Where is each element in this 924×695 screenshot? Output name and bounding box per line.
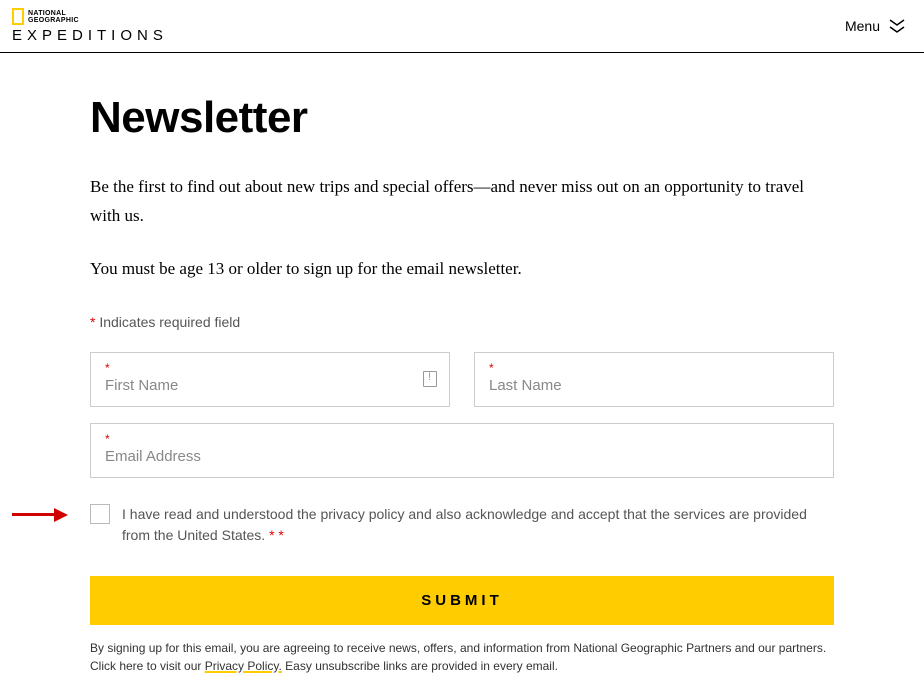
consent-text: I have read and understood the privacy p…	[122, 504, 834, 546]
brand-line2: GEOGRAPHIC	[28, 17, 79, 24]
email-field[interactable]: * Email Address	[90, 423, 834, 478]
menu-button[interactable]: Menu	[845, 17, 906, 35]
consent-row: I have read and understood the privacy p…	[90, 504, 834, 546]
email-placeholder: Email Address	[105, 448, 819, 465]
contact-card-icon	[423, 371, 437, 387]
last-name-placeholder: Last Name	[489, 377, 819, 394]
menu-label: Menu	[845, 18, 880, 34]
age-note: You must be age 13 or older to sign up f…	[90, 255, 834, 284]
site-header: NATIONAL GEOGRAPHIC EXPEDITIONS Menu	[0, 0, 924, 53]
page-title: Newsletter	[90, 93, 834, 143]
required-mark: *	[105, 361, 435, 375]
privacy-policy-link[interactable]: Privacy Policy.	[205, 659, 282, 673]
required-note: * Indicates required field	[90, 314, 834, 330]
brand-line1: NATIONAL	[28, 10, 79, 17]
natgeo-rectangle-icon	[12, 8, 24, 25]
annotation-arrow-icon	[12, 508, 68, 522]
footer-note: By signing up for this email, you are ag…	[90, 639, 834, 675]
first-name-placeholder: First Name	[105, 377, 435, 394]
required-mark: *	[105, 432, 819, 446]
submit-button[interactable]: SUBMIT	[90, 576, 834, 625]
brand-line3: EXPEDITIONS	[12, 27, 168, 44]
first-name-field[interactable]: * First Name	[90, 352, 450, 407]
required-mark: *	[489, 361, 819, 375]
main-content: Newsletter Be the first to find out abou…	[0, 53, 924, 695]
last-name-field[interactable]: * Last Name	[474, 352, 834, 407]
intro-text: Be the first to find out about new trips…	[90, 173, 834, 231]
brand-logo[interactable]: NATIONAL GEOGRAPHIC EXPEDITIONS	[12, 8, 168, 44]
consent-checkbox[interactable]	[90, 504, 110, 524]
double-chevron-down-icon	[888, 17, 906, 35]
